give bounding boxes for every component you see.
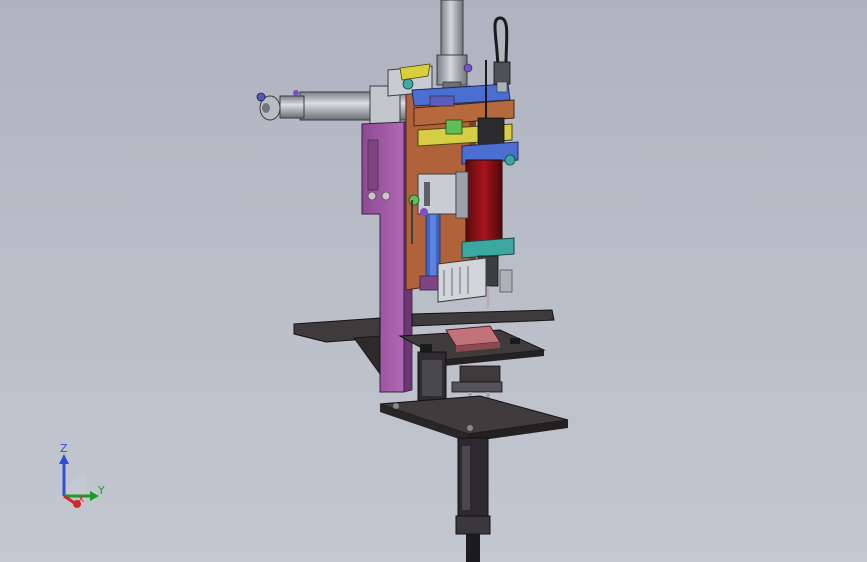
- side-cylinder[interactable]: [256, 85, 409, 127]
- coordinate-triad[interactable]: Z Y X: [52, 440, 112, 510]
- base-plate[interactable]: [379, 395, 569, 442]
- y-axis-label: Y: [98, 484, 105, 497]
- top-column[interactable]: [436, 0, 468, 91]
- cad-viewport[interactable]: Z Y X: [0, 0, 867, 562]
- assembly-model[interactable]: [0, 0, 867, 562]
- x-axis-label: X: [78, 495, 85, 505]
- bottom-cylinder[interactable]: [455, 437, 491, 562]
- z-axis-label: Z: [60, 442, 68, 455]
